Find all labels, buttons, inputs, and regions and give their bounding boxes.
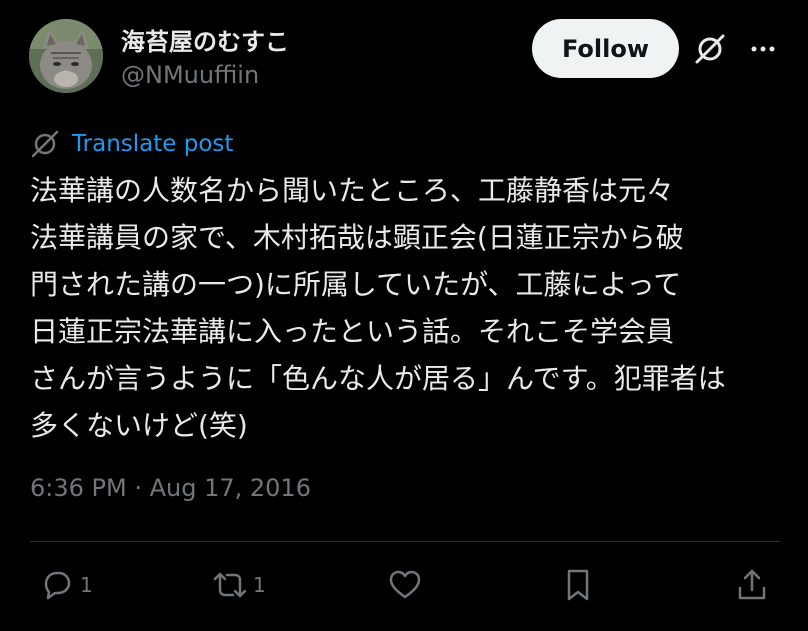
translate-post-label: Translate post <box>72 131 234 157</box>
repost-count: 1 <box>253 573 266 597</box>
author-display-name[interactable]: 海苔屋のむすこ <box>121 22 289 57</box>
bookmark-icon <box>567 569 589 601</box>
bookmark-button[interactable] <box>559 565 597 605</box>
translate-post-link[interactable]: Translate post <box>30 128 233 160</box>
divider <box>30 541 780 542</box>
share-button[interactable] <box>733 565 771 605</box>
translate-grok-icon <box>31 130 59 158</box>
avatar[interactable] <box>29 19 103 93</box>
grok-icon[interactable] <box>693 32 727 66</box>
repost-icon <box>213 572 247 598</box>
repost-button[interactable]: 1 <box>211 565 266 605</box>
reply-button[interactable]: 1 <box>38 565 93 605</box>
post-timestamp[interactable]: 6:36 PM · Aug 17, 2016 <box>30 474 311 502</box>
like-button[interactable] <box>386 565 424 605</box>
follow-button[interactable]: Follow <box>532 19 679 78</box>
reply-icon <box>44 571 71 600</box>
more-icon-graphic <box>751 46 775 52</box>
post-text: 法華講の人数名から聞いたところ、工藤静香は元々 法華講員の家で、木村拓哉は顕正会… <box>30 174 726 442</box>
share-icon <box>738 569 766 600</box>
like-icon <box>389 570 421 599</box>
grok-icon-graphic <box>695 34 725 64</box>
cat-avatar-image <box>29 19 103 93</box>
more-icon[interactable] <box>746 32 780 66</box>
reply-count: 1 <box>80 573 93 597</box>
author-handle[interactable]: @NMuuffiin <box>121 61 259 89</box>
